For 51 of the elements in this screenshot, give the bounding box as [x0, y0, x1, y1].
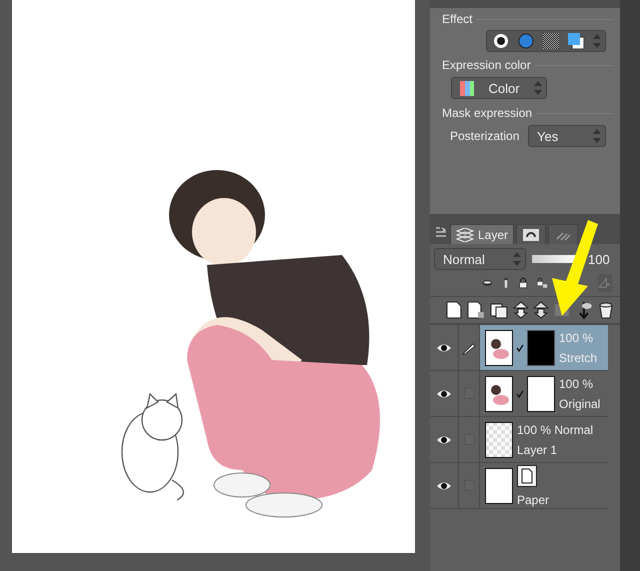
spinner-icon: [593, 128, 601, 144]
spinner-icon: [534, 80, 542, 96]
spinner-icon: [593, 33, 601, 49]
merge-down-icon[interactable]: [533, 301, 550, 319]
checkmark-icon: [516, 390, 524, 398]
eye-icon[interactable]: [436, 388, 452, 398]
layer-name: Stretch: [559, 350, 598, 364]
layer-item[interactable]: Paper: [480, 463, 608, 508]
document-icon: [517, 464, 537, 486]
halftone-icon: [543, 33, 559, 49]
layer-blend-info: 100 % Normal: [517, 422, 594, 436]
layer-thumbnail: [485, 422, 513, 458]
layer-item[interactable]: 100 % Original: [480, 371, 608, 416]
section-label: Expression color: [442, 58, 531, 72]
color-dropdown[interactable]: Color: [451, 77, 547, 99]
transfer-down-icon[interactable]: [512, 301, 528, 319]
blend-mode-dropdown[interactable]: Normal: [434, 248, 526, 270]
layer-blend-info: 100 %: [559, 330, 594, 344]
layer-thumbnail: [485, 330, 513, 366]
layer-item[interactable]: 100 % Normal Layer 1: [480, 417, 608, 462]
layer-name: Original: [559, 396, 600, 410]
layer-name: Layer 1: [517, 442, 558, 456]
section-label: Effect: [442, 12, 472, 26]
circle-icon: [493, 33, 509, 49]
folder-icon[interactable]: [490, 301, 508, 319]
layer-color-icon: [568, 33, 584, 49]
opacity-value: 100: [588, 252, 610, 266]
posterization-dropdown[interactable]: Yes: [528, 125, 606, 147]
eye-icon[interactable]: [436, 480, 452, 490]
layer-name: Paper: [517, 492, 550, 506]
color-swatch-icon: [460, 80, 474, 96]
panel-tab[interactable]: [516, 224, 546, 244]
filled-circle-icon: [518, 33, 534, 49]
effect-selector[interactable]: [486, 30, 606, 52]
opacity-slider[interactable]: [532, 255, 578, 263]
trash-icon[interactable]: [598, 301, 614, 319]
spinner-icon: [513, 251, 521, 267]
layer-thumbnail: [485, 376, 513, 412]
new-layer-icon[interactable]: [446, 301, 462, 319]
eye-icon[interactable]: [436, 342, 452, 352]
layer-blend-info: 100 %: [559, 376, 594, 390]
eye-icon[interactable]: [436, 434, 452, 444]
layers-icon: [456, 228, 474, 242]
checkmark-icon: [516, 344, 524, 352]
section-label: Mask expression: [442, 106, 532, 120]
field-label: Posterization: [450, 129, 520, 143]
layer-thumbnail: [485, 468, 513, 504]
new-vector-layer-icon[interactable]: [466, 301, 485, 319]
ruler-off-icon[interactable]: [598, 274, 612, 292]
panel-tab[interactable]: Layer: [450, 224, 514, 244]
panel-menu-icon[interactable]: [434, 225, 448, 239]
